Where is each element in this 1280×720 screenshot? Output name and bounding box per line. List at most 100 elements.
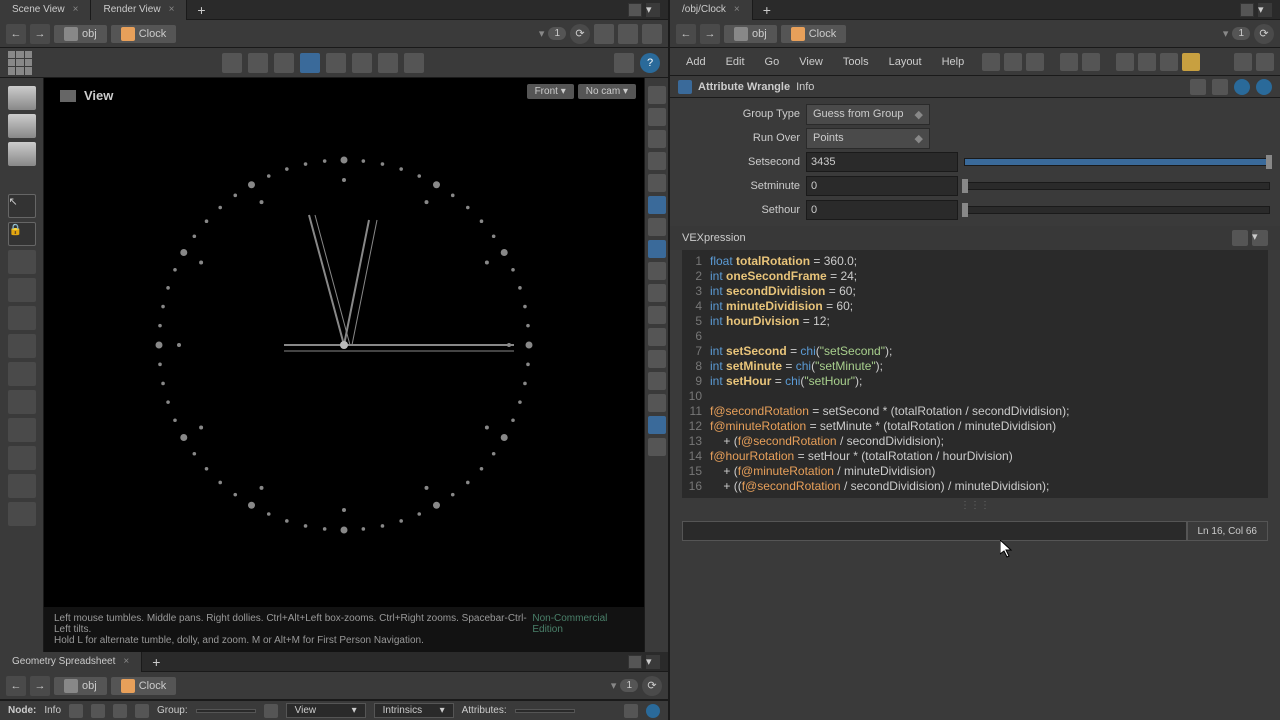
menu-icon-8[interactable] [1160, 53, 1178, 71]
pane-menu-icon[interactable]: ▾ [646, 3, 660, 17]
rtool-2[interactable] [648, 108, 666, 126]
maximize-icon[interactable] [628, 3, 642, 17]
rtool-9[interactable] [648, 262, 666, 280]
node-name[interactable]: Info [796, 81, 814, 93]
gear-icon[interactable] [624, 704, 638, 718]
view-front-dropdown[interactable]: Front ▾ [527, 84, 574, 99]
tool-7[interactable] [8, 362, 36, 386]
rtool-17[interactable] [648, 438, 666, 456]
tbar-icon-3[interactable] [642, 24, 662, 44]
arrow-tool[interactable]: ↖ [8, 194, 36, 218]
tab-geometry-spreadsheet[interactable]: Geometry Spreadsheet× [0, 652, 142, 672]
search-icon[interactable] [1234, 53, 1252, 71]
menu-edit[interactable]: Edit [716, 56, 755, 68]
filter-icon-3[interactable] [113, 704, 127, 718]
menu-icon-2[interactable] [1004, 53, 1022, 71]
view-dropdown[interactable]: View▾ [286, 703, 366, 718]
crumb-obj[interactable]: obj [724, 25, 777, 43]
rtool-15[interactable] [648, 394, 666, 412]
sethour-input[interactable] [806, 200, 958, 220]
intrinsics-dropdown[interactable]: Intrinsics▾ [374, 703, 454, 718]
crumb-obj[interactable]: obj [54, 25, 107, 43]
tool-9[interactable] [8, 418, 36, 442]
shelf-tool-3[interactable] [274, 53, 294, 73]
crumb-clock[interactable]: Clock [111, 677, 177, 695]
close-icon[interactable]: × [123, 656, 129, 667]
add-tab-button[interactable]: + [753, 2, 781, 18]
menu-go[interactable]: Go [755, 56, 790, 68]
lock-tool[interactable]: 🔒 [8, 222, 36, 246]
refresh-icon[interactable]: ⟳ [570, 24, 590, 44]
rtool-12[interactable] [648, 328, 666, 346]
shelf-tool-5[interactable] [326, 53, 346, 73]
forward-button[interactable]: → [700, 24, 720, 44]
menu-view[interactable]: View [789, 56, 833, 68]
tbar-icon-2[interactable] [618, 24, 638, 44]
rtool-14[interactable] [648, 372, 666, 390]
group-input[interactable] [196, 709, 256, 713]
rtool-5[interactable] [648, 174, 666, 192]
forward-button[interactable]: → [30, 24, 50, 44]
add-tab-button[interactable]: + [142, 654, 170, 670]
shelf-tool-1[interactable] [222, 53, 242, 73]
filter-icon-4[interactable] [135, 704, 149, 718]
shelf-tool-8[interactable] [404, 53, 424, 73]
vex-options-icon[interactable] [1232, 230, 1248, 246]
sethour-slider[interactable] [964, 206, 1270, 214]
menu-icon-3[interactable] [1026, 53, 1044, 71]
close-icon[interactable]: × [73, 4, 79, 15]
menu-icon-5[interactable] [1082, 53, 1100, 71]
refresh-icon[interactable]: ⟳ [642, 676, 662, 696]
tool-8[interactable] [8, 390, 36, 414]
help-icon[interactable] [646, 704, 660, 718]
forward-button[interactable]: → [30, 676, 50, 696]
close-icon[interactable]: × [169, 4, 175, 15]
menu-help[interactable]: Help [932, 56, 975, 68]
pane-menu-icon[interactable]: ▾ [646, 655, 660, 669]
tbar-icon-1[interactable] [594, 24, 614, 44]
crumb-clock[interactable]: Clock [781, 25, 847, 43]
shelf-tool-4[interactable] [300, 53, 320, 73]
menu-icon-6[interactable] [1116, 53, 1134, 71]
gear-icon[interactable] [1190, 79, 1206, 95]
pin-count[interactable]: 1 [620, 679, 638, 692]
rtool-7[interactable] [648, 218, 666, 236]
setsecond-slider[interactable] [964, 158, 1270, 166]
attrs-input[interactable] [515, 709, 575, 713]
tool-6[interactable] [8, 334, 36, 358]
info-icon[interactable] [1234, 79, 1250, 95]
search-param-icon[interactable] [1212, 79, 1228, 95]
tool-10[interactable] [8, 446, 36, 470]
view-cam-dropdown[interactable]: No cam ▾ [578, 84, 636, 99]
funnel-icon[interactable] [264, 704, 278, 718]
tool-5[interactable] [8, 306, 36, 330]
shelf-tool-7[interactable] [378, 53, 398, 73]
add-tab-button[interactable]: + [187, 2, 215, 18]
group-type-dropdown[interactable]: Guess from Group◆ [806, 104, 930, 125]
menu-layout[interactable]: Layout [879, 56, 932, 68]
back-button[interactable]: ← [6, 676, 26, 696]
vex-code-editor[interactable]: 1float totalRotation = 360.0; 2int oneSe… [682, 250, 1268, 498]
menu-icon-9[interactable] [1182, 53, 1200, 71]
pin-count[interactable]: 1 [1232, 27, 1250, 40]
red-tool-1[interactable] [8, 250, 36, 274]
help-icon[interactable] [1256, 79, 1272, 95]
close-icon[interactable]: × [734, 4, 740, 15]
menu-add[interactable]: Add [676, 56, 716, 68]
tab-obj-clock[interactable]: /obj/Clock× [670, 0, 753, 20]
setsecond-input[interactable] [806, 152, 958, 172]
select-tool[interactable] [8, 86, 36, 110]
rtool-11[interactable] [648, 306, 666, 324]
run-over-dropdown[interactable]: Points◆ [806, 128, 930, 149]
rtool-1[interactable] [648, 86, 666, 104]
grid-icon[interactable] [8, 51, 32, 75]
locate-icon[interactable] [1256, 53, 1274, 71]
maximize-icon[interactable] [628, 655, 642, 669]
back-button[interactable]: ← [676, 24, 696, 44]
rtool-3[interactable] [648, 130, 666, 148]
vex-dropdown-icon[interactable]: ▾ [1252, 230, 1268, 246]
menu-tools[interactable]: Tools [833, 56, 879, 68]
tool-12[interactable] [8, 502, 36, 526]
rtool-10[interactable] [648, 284, 666, 302]
filter-icon-1[interactable] [69, 704, 83, 718]
